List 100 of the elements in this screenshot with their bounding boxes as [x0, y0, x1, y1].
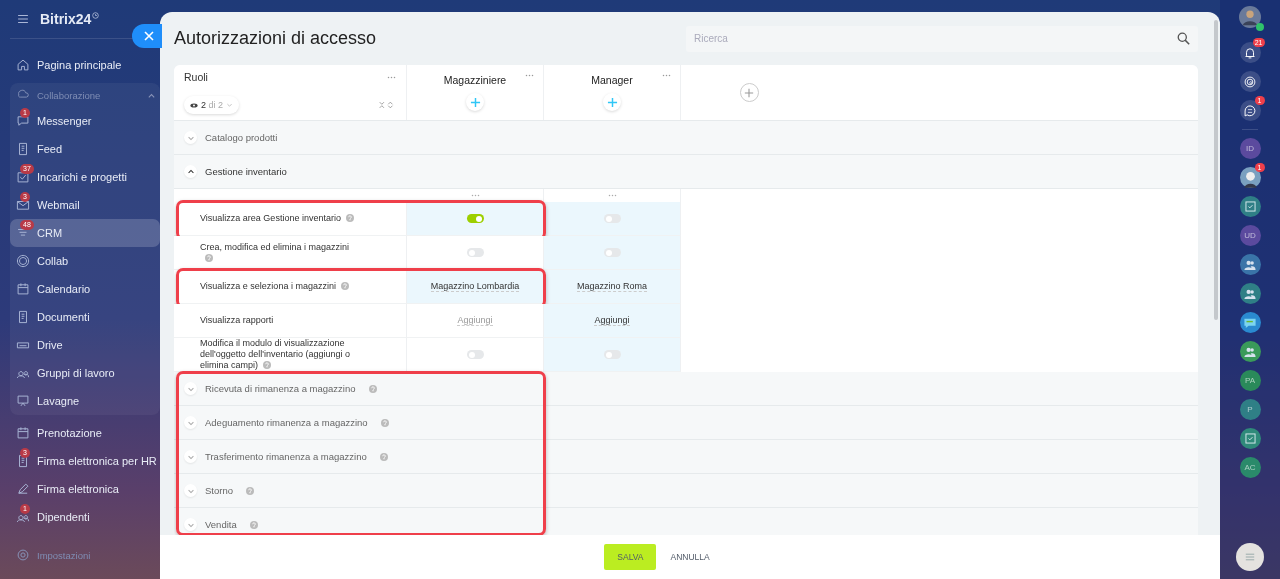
chevron-icon [184, 518, 197, 531]
value-link[interactable]: Magazzino Lombardia [430, 281, 520, 292]
contact-avatar[interactable] [1239, 341, 1261, 362]
chevron-icon [184, 484, 197, 497]
menu-icon[interactable] [16, 12, 30, 26]
logo-text[interactable]: Bitrix24 [40, 11, 92, 27]
help-icon[interactable] [246, 486, 254, 495]
collapse-expand-icon[interactable] [379, 101, 396, 109]
menu-item-icon [16, 114, 30, 128]
help-icon[interactable] [205, 253, 213, 262]
menu-item-icon [16, 482, 30, 496]
add-member-button[interactable] [603, 93, 621, 111]
menu-item-icon [16, 426, 30, 440]
toggle-switch[interactable] [603, 350, 621, 359]
spiral-icon [1243, 74, 1257, 89]
task-icon [1243, 200, 1257, 213]
menu-item-icon [16, 310, 30, 324]
toggle-switch[interactable] [466, 248, 484, 257]
menu-item-icon [16, 198, 30, 212]
chevron-icon [184, 416, 197, 429]
menu-button[interactable] [1236, 543, 1264, 571]
toolbar-button[interactable] [1239, 71, 1261, 92]
help-icon[interactable] [380, 418, 389, 427]
menu-item-icon [16, 282, 30, 296]
menu-item[interactable]: Calendario [10, 275, 160, 303]
chevron-icon [184, 165, 197, 178]
chevron-icon [184, 450, 197, 463]
plus-icon [469, 96, 481, 108]
role-name: Magazziniere [443, 74, 507, 86]
settings-icon [16, 548, 30, 562]
search-field[interactable]: Ricerca [686, 25, 1198, 52]
permission-label: Visualizza e seleziona i magazzini [200, 281, 349, 292]
eye-icon [190, 102, 198, 108]
plus-icon [744, 87, 754, 98]
permission-label: Visualizza area Gestione inventario [200, 213, 354, 224]
role-name: Manager [591, 74, 633, 86]
value-link[interactable]: Aggiungi [594, 315, 630, 326]
help-icon[interactable] [249, 520, 258, 529]
chat-icon [1243, 103, 1257, 118]
menu-item-icon [16, 254, 30, 268]
menu-item[interactable]: Feed [10, 135, 160, 163]
caret-icon [226, 101, 234, 109]
permission-label: Modifica il modulo di visualizzazione dell'oggetto dell'inventario (aggiungi o elimina campi) [200, 338, 352, 371]
toggle-switch[interactable] [603, 214, 621, 223]
section-row[interactable]: Catalogo prodotti [174, 121, 1198, 155]
page-title: Autorizzazioni di accesso [174, 28, 378, 49]
plus-icon [606, 96, 618, 108]
menu-item[interactable]: Drive [10, 331, 160, 359]
menu-item[interactable]: Collab [10, 247, 160, 275]
menu-item[interactable]: Prenotazione [10, 419, 160, 447]
contact-avatar[interactable] [1239, 196, 1261, 217]
menu-item-icon [16, 170, 30, 184]
search-icon[interactable] [1177, 32, 1190, 45]
menu-item[interactable]: Gruppi di lavoro [10, 359, 160, 387]
cancel-button[interactable]: ANNULLA [664, 551, 716, 563]
help-icon[interactable] [345, 214, 354, 222]
contact-avatar[interactable] [1239, 428, 1261, 449]
toggle-switch[interactable] [466, 350, 484, 359]
section-row[interactable]: Storno [174, 474, 1198, 508]
menu-item[interactable]: Pagina principale [10, 51, 160, 79]
contact-avatar[interactable]: UD [1239, 225, 1261, 246]
help-icon[interactable] [368, 384, 377, 393]
add-role-button[interactable] [739, 83, 759, 102]
menu-item-icon [16, 142, 30, 156]
section-row[interactable]: Trasferimento rimanenza a magazzino [174, 440, 1198, 474]
role-filter[interactable]: 2 di 2 [184, 96, 240, 114]
section-row[interactable]: Adeguamento rimanenza a magazzino [174, 406, 1198, 440]
close-button[interactable] [132, 24, 162, 48]
close-icon [144, 31, 154, 41]
section-row[interactable]: Ricevuta di rimanenza a magazzino [174, 372, 1198, 406]
menu-item-icon [16, 394, 30, 408]
scrollbar[interactable] [1214, 20, 1218, 320]
help-icon[interactable] [340, 282, 349, 290]
contact-avatar[interactable]: ID [1239, 138, 1261, 159]
help-icon[interactable] [263, 361, 272, 369]
chevron-icon [184, 382, 197, 395]
menu-item-icon [16, 454, 30, 468]
column-header: Ruoli [184, 71, 208, 83]
menu-item[interactable]: Firma elettronica [10, 475, 160, 503]
contact-avatar[interactable] [1239, 312, 1261, 333]
add-member-button[interactable] [466, 93, 484, 111]
chevron-icon [184, 131, 197, 144]
menu-item-icon [16, 58, 30, 72]
contact-avatar[interactable] [1239, 283, 1261, 304]
value-link[interactable]: Magazzino Roma [577, 281, 647, 292]
permission-label: Crea, modifica ed elimina i magazzini [200, 241, 356, 264]
clock-icon [92, 11, 100, 19]
user-avatar[interactable] [1239, 6, 1261, 28]
menu-item[interactable]: Documenti [10, 303, 160, 331]
bell-icon [1243, 45, 1257, 60]
task-icon [1243, 432, 1257, 445]
permission-label: Visualizza rapporti [200, 315, 274, 326]
save-button[interactable]: SALVA [604, 544, 657, 570]
status-icon [1256, 23, 1264, 31]
help-icon[interactable] [379, 452, 388, 461]
contact-avatar[interactable] [1239, 254, 1261, 275]
menu-item[interactable]: Lavagne [10, 387, 160, 415]
menu-group-label: Collaborazione [37, 89, 101, 101]
toggle-switch[interactable] [466, 214, 484, 223]
toggle-switch[interactable] [603, 248, 621, 257]
